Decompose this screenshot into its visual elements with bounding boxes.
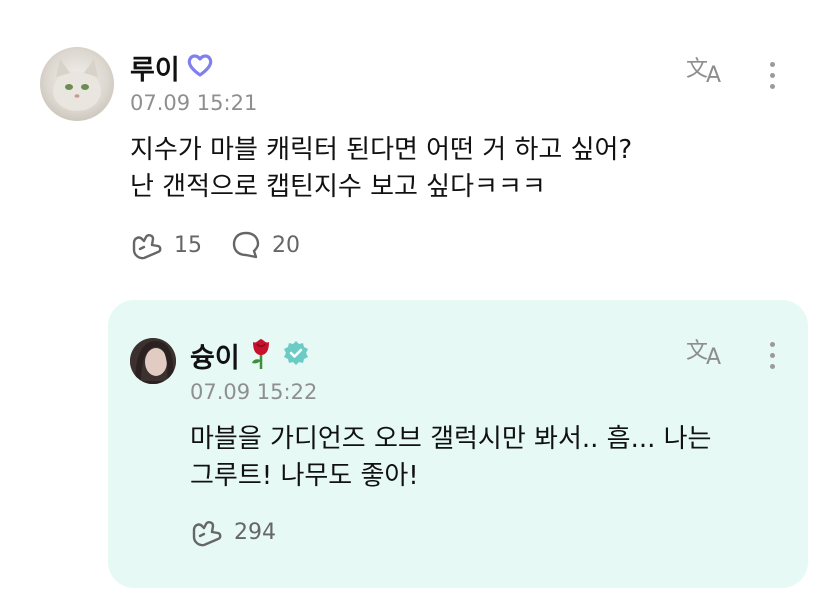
more-options-button[interactable] <box>760 55 784 95</box>
hand-heart-icon <box>192 521 222 547</box>
author-row: 슝이 <box>190 335 310 375</box>
translate-button[interactable]: 文 A <box>684 52 728 92</box>
translate-icon: 文 A <box>684 52 728 93</box>
post-actions: 15 20 <box>130 225 328 265</box>
author-name[interactable]: 루이 <box>130 48 180 87</box>
comment-icon <box>232 231 260 259</box>
verified-badge-icon <box>282 339 310 371</box>
more-vertical-icon <box>769 341 775 369</box>
comment-count: 20 <box>272 232 300 258</box>
rose-emoji-icon <box>246 336 276 374</box>
hand-heart-icon <box>132 234 162 260</box>
more-vertical-icon <box>769 61 775 89</box>
post-content: 지수가 마블 캐릭터 된다면 어떤 거 하고 싶어? 난 갠적으로 캡틴지수 보… <box>130 135 633 202</box>
svg-text:文: 文 <box>686 339 708 364</box>
author-name[interactable]: 슝이 <box>190 336 240 375</box>
svg-text:A: A <box>706 63 721 86</box>
avatar[interactable] <box>40 47 114 121</box>
reply-content: 마블을 가디언즈 오브 갤럭시만 봐서.. 흠... 나는 그루트! 나무도 좋… <box>190 424 712 491</box>
more-options-button[interactable] <box>760 335 784 375</box>
reply-card: 슝이 07.09 15:22 文 A 마블을 가디언즈 오브 갤럭시만 봐서..… <box>108 300 808 588</box>
reply-actions: 294 <box>190 512 304 552</box>
avatar[interactable] <box>130 338 176 384</box>
like-button[interactable]: 294 <box>190 516 276 548</box>
timestamp: 07.09 15:21 <box>130 91 258 115</box>
svg-text:A: A <box>706 345 721 368</box>
translate-button[interactable]: 文 A <box>684 334 728 374</box>
cat-avatar-image <box>53 59 101 111</box>
like-button[interactable]: 15 <box>130 229 202 261</box>
timestamp: 07.09 15:22 <box>190 380 318 404</box>
author-row: 루이 <box>130 47 214 87</box>
profile-photo-image <box>130 338 176 384</box>
like-count: 294 <box>234 519 276 545</box>
svg-text:文: 文 <box>686 57 708 82</box>
translate-icon: 文 A <box>684 334 728 375</box>
like-count: 15 <box>174 232 202 258</box>
post: 루이 07.09 15:21 文 A 지수가 마블 캐릭터 된다면 어떤 거 하… <box>0 0 828 290</box>
heart-badge-icon <box>186 52 214 82</box>
comment-button[interactable]: 20 <box>230 229 300 261</box>
